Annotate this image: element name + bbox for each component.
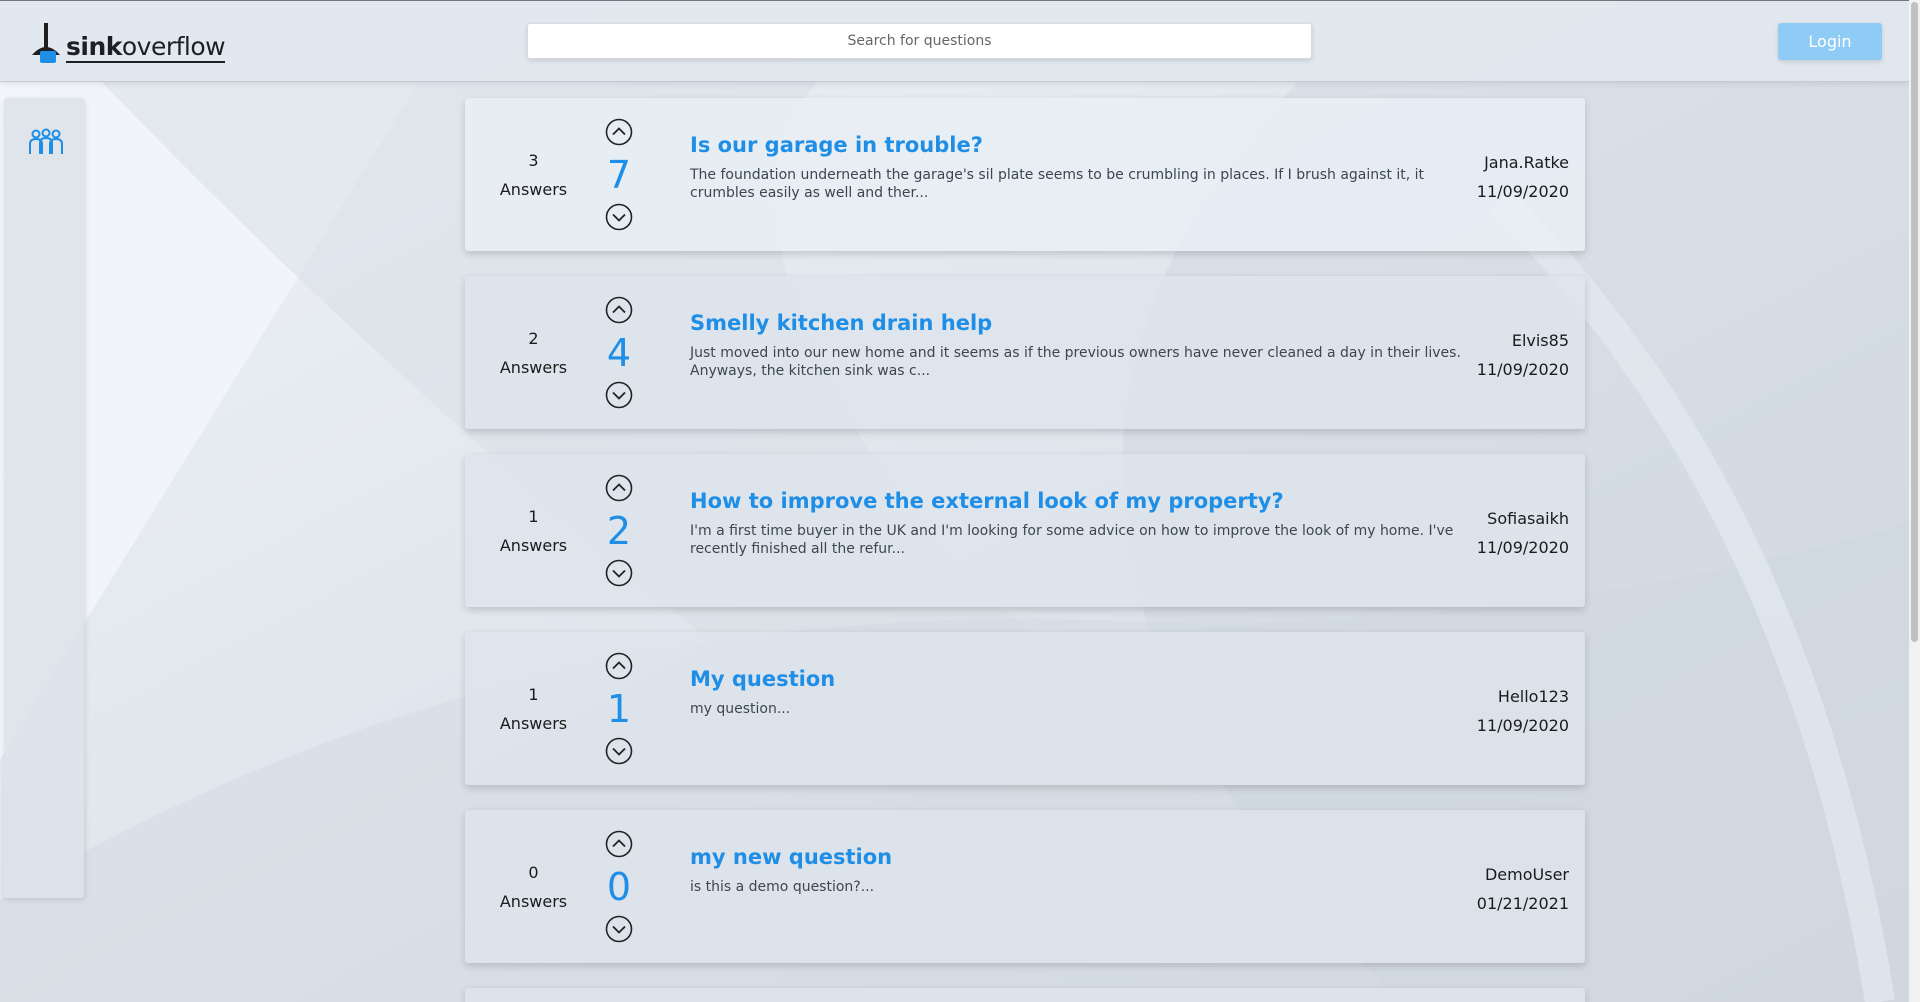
question-card: 0 Answers 0 my new question is this a de…: [465, 810, 1585, 963]
author-name: Hello123: [1497, 687, 1569, 706]
author-name: Elvis85: [1511, 331, 1569, 350]
site-logo[interactable]: sinkoverflow: [30, 19, 226, 63]
downvote-icon[interactable]: [605, 915, 633, 943]
answer-count-label: Answers: [499, 179, 568, 199]
question-meta: Elvis85 11/09/2020: [1477, 326, 1569, 384]
vote-controls: 4: [599, 296, 639, 409]
left-sidebar: [4, 98, 84, 898]
upvote-icon[interactable]: [605, 474, 633, 502]
post-date: 11/09/2020: [1476, 360, 1569, 379]
downvote-icon[interactable]: [605, 559, 633, 587]
question-meta: Sofiasaikh 11/09/2020: [1477, 504, 1569, 562]
question-excerpt: my question...: [690, 701, 791, 717]
question-meta: Hello123 11/09/2020: [1477, 682, 1569, 740]
upvote-icon[interactable]: [605, 830, 633, 858]
question-content: Smelly kitchen drain help Just moved int…: [690, 310, 1470, 380]
answer-count-value: 1: [528, 506, 539, 526]
question-title-link[interactable]: How to improve the external look of my p…: [690, 488, 1470, 514]
answer-count-value: 3: [528, 150, 539, 170]
question-excerpt: The foundation underneath the garage's s…: [690, 167, 1425, 201]
author-name: Sofiasaikh: [1487, 509, 1569, 528]
answer-count: 3 Answers: [465, 98, 602, 251]
login-button[interactable]: Login: [1778, 23, 1882, 60]
vote-score: 1: [606, 686, 632, 731]
top-navbar: sinkoverflow Login: [0, 0, 1909, 82]
downvote-icon[interactable]: [605, 381, 633, 409]
search-input[interactable]: [527, 23, 1312, 59]
post-date: 11/09/2020: [1476, 538, 1569, 557]
answer-count-label: Answers: [499, 713, 568, 733]
answer-count-value: 2: [528, 328, 539, 348]
question-meta: Jana.Ratke 11/09/2020: [1477, 148, 1569, 206]
upvote-icon[interactable]: [605, 118, 633, 146]
vote-score: 7: [606, 152, 632, 197]
question-content: How to improve the external look of my p…: [690, 488, 1470, 558]
vote-score: 0: [606, 864, 632, 909]
question-content: My question my question...: [690, 666, 1470, 718]
question-title-link[interactable]: My question: [690, 666, 1470, 692]
scrollbar-thumb[interactable]: [1911, 2, 1918, 642]
answer-count-value: 1: [528, 684, 539, 704]
answer-count-label: Answers: [499, 357, 568, 377]
community-icon[interactable]: [28, 128, 64, 156]
vote-score: 4: [606, 330, 632, 375]
question-feed: 3 Answers 7 Is our garage in trouble? Th…: [465, 98, 1585, 1002]
answer-count-label: Answers: [499, 535, 568, 555]
downvote-icon[interactable]: [605, 203, 633, 231]
logo-text: sinkoverflow: [66, 32, 226, 63]
question-card: 2 Answers 4 Smelly kitchen drain help Ju…: [465, 276, 1585, 429]
answer-count-label: Answers: [499, 891, 568, 911]
question-title-link[interactable]: Is our garage in trouble?: [690, 132, 1470, 158]
question-excerpt: I'm a first time buyer in the UK and I'm…: [690, 523, 1454, 557]
post-date: 11/09/2020: [1476, 182, 1569, 201]
question-content: Is our garage in trouble? The foundation…: [690, 132, 1470, 202]
question-card: 1 Answers 1 My question my question... H…: [465, 632, 1585, 785]
downvote-icon[interactable]: [605, 737, 633, 765]
upvote-icon[interactable]: [605, 652, 633, 680]
vote-score: 2: [606, 508, 632, 553]
answer-count-value: 0: [528, 862, 539, 882]
question-excerpt: is this a demo question?...: [690, 879, 875, 895]
question-content: my new question is this a demo question?…: [690, 844, 1470, 896]
answer-count: 1 Answers: [465, 454, 602, 607]
page-scrollbar[interactable]: [1909, 0, 1920, 1002]
question-excerpt: Just moved into our new home and it seem…: [690, 345, 1461, 379]
post-date: 01/21/2021: [1476, 894, 1569, 913]
question-card: 1 Answers 2 How to improve the external …: [465, 454, 1585, 607]
vote-controls: 7: [599, 118, 639, 231]
author-name: Jana.Ratke: [1484, 153, 1569, 172]
author-name: DemoUser: [1484, 865, 1569, 884]
answer-count: 0 Answers: [465, 810, 602, 963]
answer-count: 1 Answers: [465, 632, 602, 785]
question-card-partial: [465, 988, 1585, 1002]
vote-controls: 2: [599, 474, 639, 587]
answer-count: 2 Answers: [465, 276, 602, 429]
upvote-icon[interactable]: [605, 296, 633, 324]
plunger-icon: [32, 23, 60, 63]
post-date: 11/09/2020: [1476, 716, 1569, 735]
question-title-link[interactable]: my new question: [690, 844, 1470, 870]
question-title-link[interactable]: Smelly kitchen drain help: [690, 310, 1470, 336]
vote-controls: 0: [599, 830, 639, 943]
question-meta: DemoUser 01/21/2021: [1477, 860, 1569, 918]
question-card: 3 Answers 7 Is our garage in trouble? Th…: [465, 98, 1585, 251]
vote-controls: 1: [599, 652, 639, 765]
